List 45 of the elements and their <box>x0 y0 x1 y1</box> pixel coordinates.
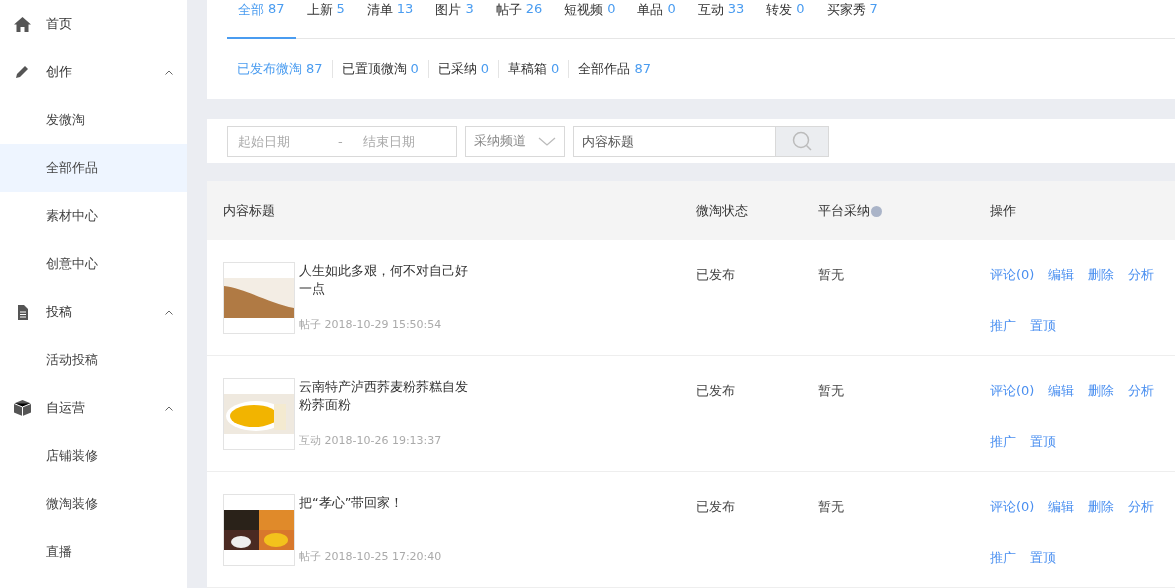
sidebar-group[interactable]: 自运营 <box>0 384 187 432</box>
home-icon <box>14 16 31 32</box>
photo-placeholder <box>224 278 294 318</box>
status-tab[interactable]: 已采纳 0 <box>427 60 499 78</box>
column-header: 平台采纳 <box>818 201 990 220</box>
column-header: 操作 <box>990 201 1017 220</box>
pencil-icon <box>14 64 31 80</box>
post-title: 人生如此多艰，何不对自己好一点 <box>299 262 469 298</box>
status-cell-text: 已发布 <box>696 266 736 284</box>
chevron-down-icon <box>538 136 556 146</box>
search-icon <box>792 131 812 151</box>
title-search-field[interactable]: 内容标题 <box>573 125 775 157</box>
adoption-cell-text: 暂无 <box>818 382 845 400</box>
category-tab[interactable]: 上新 5 <box>295 0 356 39</box>
adoption-cell-text: 暂无 <box>818 498 845 516</box>
category-tab[interactable]: 转发 0 <box>755 0 816 39</box>
sidebar-group[interactable]: 创作 <box>0 48 187 96</box>
sidebar-item[interactable]: 全部作品 <box>0 144 187 192</box>
sidebar-group[interactable]: 首页 <box>0 0 187 48</box>
search-button[interactable] <box>775 125 829 157</box>
status-tab[interactable]: 全部作品 87 <box>568 60 660 78</box>
post-meta: 互动 2018-10-26 19:13:37 <box>299 433 443 448</box>
category-tab[interactable]: 买家秀 7 <box>815 0 889 39</box>
cube-icon <box>14 400 31 416</box>
status-tab[interactable]: 草稿箱 0 <box>498 60 569 78</box>
category-tab[interactable]: 图片 3 <box>424 0 485 39</box>
status-tab[interactable]: 已置顶微淘 0 <box>331 60 428 78</box>
post-title: 把“孝心”带回家！ <box>299 494 405 512</box>
status-cell-text: 已发布 <box>696 498 736 516</box>
post-title: 云南特产泸西荞麦粉荞糕自发粉荞面粉 <box>299 378 469 414</box>
category-tab[interactable]: 清单 13 <box>355 0 425 39</box>
date-separator: - <box>338 133 343 149</box>
category-tab[interactable]: 单品 0 <box>626 0 687 39</box>
category-tab[interactable]: 帖子 26 <box>484 0 554 39</box>
column-header: 微淘状态 <box>696 201 749 220</box>
post-meta: 帖子 2018-10-29 15:50:54 <box>299 317 443 332</box>
status-cell-text: 已发布 <box>696 382 736 400</box>
adoption-cell-text: 暂无 <box>818 266 845 284</box>
column-header: 内容标题 <box>223 201 276 220</box>
category-tab[interactable]: 互动 33 <box>686 0 756 39</box>
sidebar-group[interactable]: 投稿 <box>0 288 187 336</box>
category-tab[interactable]: 短视频 0 <box>553 0 627 39</box>
channel-select[interactable]: 采纳频道 <box>465 125 565 157</box>
post-meta: 帖子 2018-10-25 17:20:40 <box>299 549 443 564</box>
help-icon <box>871 205 882 217</box>
